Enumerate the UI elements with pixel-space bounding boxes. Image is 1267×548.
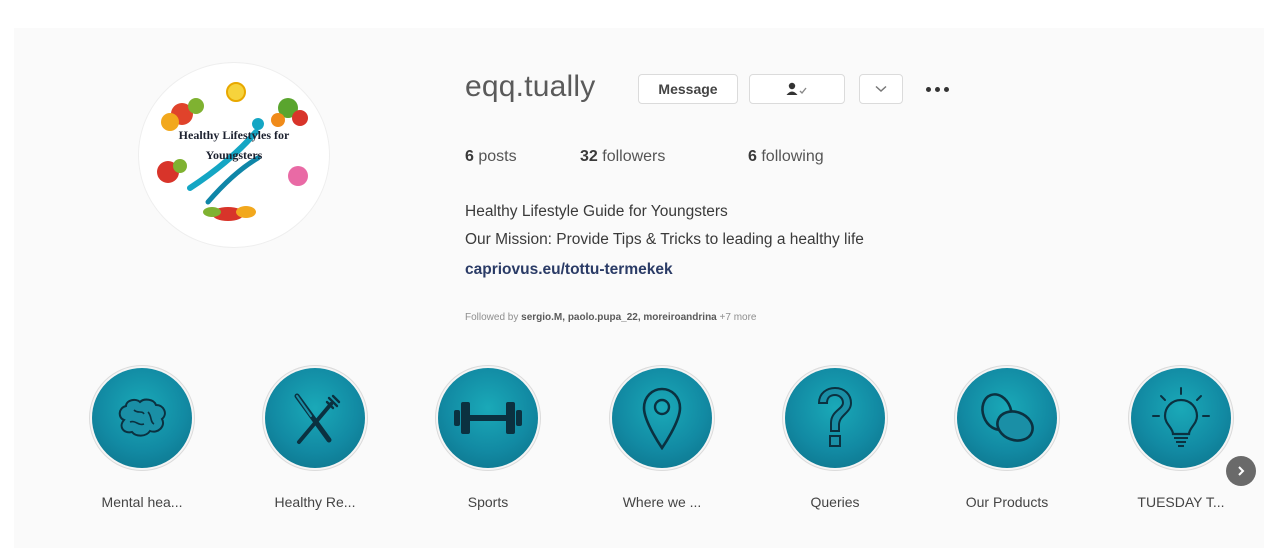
posts-count: 6	[465, 148, 474, 165]
following-label: following	[761, 148, 824, 165]
more-dot	[934, 86, 940, 92]
highlight-label: Healthy Re...	[274, 494, 356, 510]
more-options-icon[interactable]	[919, 77, 955, 101]
followers-stat[interactable]: 32 followers	[580, 148, 665, 166]
map-pin-icon	[642, 387, 682, 450]
followed-by-prefix: Followed by	[465, 312, 519, 323]
avatar-title-line1: Healthy Lifestyles for	[178, 128, 290, 142]
highlight-cover	[265, 368, 365, 468]
followers-label: followers	[602, 148, 666, 165]
highlight-queries[interactable]: Queries	[765, 368, 905, 510]
more-dot	[943, 86, 949, 92]
highlight-cover	[438, 368, 538, 468]
following-button[interactable]	[749, 74, 845, 104]
followed-by-names: sergio.M, paolo.pupa_22, moreiroandrina	[521, 312, 717, 323]
dumbbell-icon	[454, 402, 522, 434]
highlight-label: Sports	[467, 494, 509, 510]
highlight-cover	[957, 368, 1057, 468]
highlight-label: Our Products	[965, 494, 1049, 510]
fork-knife-icon	[294, 393, 341, 444]
following-count: 6	[748, 148, 757, 165]
highlight-healthy-recipes[interactable]: Healthy Re...	[245, 368, 385, 510]
chevron-right-icon	[1238, 466, 1245, 476]
bio-line-1: Healthy Lifestyle Guide for Youngsters	[465, 203, 728, 220]
more-dot	[925, 86, 931, 92]
highlight-label: Queries	[810, 494, 860, 510]
highlight-tuesday[interactable]: TUESDAY T...	[1111, 368, 1251, 510]
message-button[interactable]: Message	[638, 74, 738, 104]
lightbulb-icon	[1152, 387, 1210, 447]
avatar-title-line2: Youngsters	[205, 148, 263, 162]
highlight-cover	[612, 368, 712, 468]
person-check-icon	[786, 82, 807, 95]
highlight-label: Mental hea...	[101, 494, 183, 510]
username: eqq.tually	[465, 70, 596, 103]
bio-line-2: Our Mission: Provide Tips & Tricks to le…	[465, 231, 864, 248]
brain-icon	[118, 398, 166, 437]
posts-label: posts	[478, 148, 517, 165]
profile-avatar[interactable]: Healthy Lifestyles for Youngsters	[138, 62, 330, 248]
highlight-label: Where we ...	[622, 494, 702, 510]
highlights-next-button[interactable]	[1226, 456, 1256, 486]
highlight-our-products[interactable]: Our Products	[937, 368, 1077, 510]
highlight-mental-health[interactable]: Mental hea...	[72, 368, 212, 510]
followed-by[interactable]: Followed by sergio.M, paolo.pupa_22, mor…	[465, 312, 757, 323]
question-mark-icon	[817, 386, 853, 447]
highlight-where-we[interactable]: Where we ...	[592, 368, 732, 510]
suggestions-dropdown-button[interactable]	[859, 74, 903, 104]
highlight-label: TUESDAY T...	[1137, 494, 1225, 510]
highlight-cover	[785, 368, 885, 468]
following-stat[interactable]: 6 following	[748, 148, 824, 166]
highlight-cover	[1131, 368, 1231, 468]
followers-count: 32	[580, 148, 598, 165]
profile-page: Healthy Lifestyles for Youngsters eqq.tu…	[14, 28, 1264, 548]
chevron-down-icon	[875, 85, 887, 93]
bio-link[interactable]: capriovus.eu/tottu-termekek	[465, 261, 673, 279]
highlight-sports[interactable]: Sports	[418, 368, 558, 510]
eggs-icon	[981, 393, 1034, 442]
followed-by-more: +7 more	[719, 312, 757, 323]
highlight-cover	[92, 368, 192, 468]
posts-stat: 6 posts	[465, 148, 517, 166]
